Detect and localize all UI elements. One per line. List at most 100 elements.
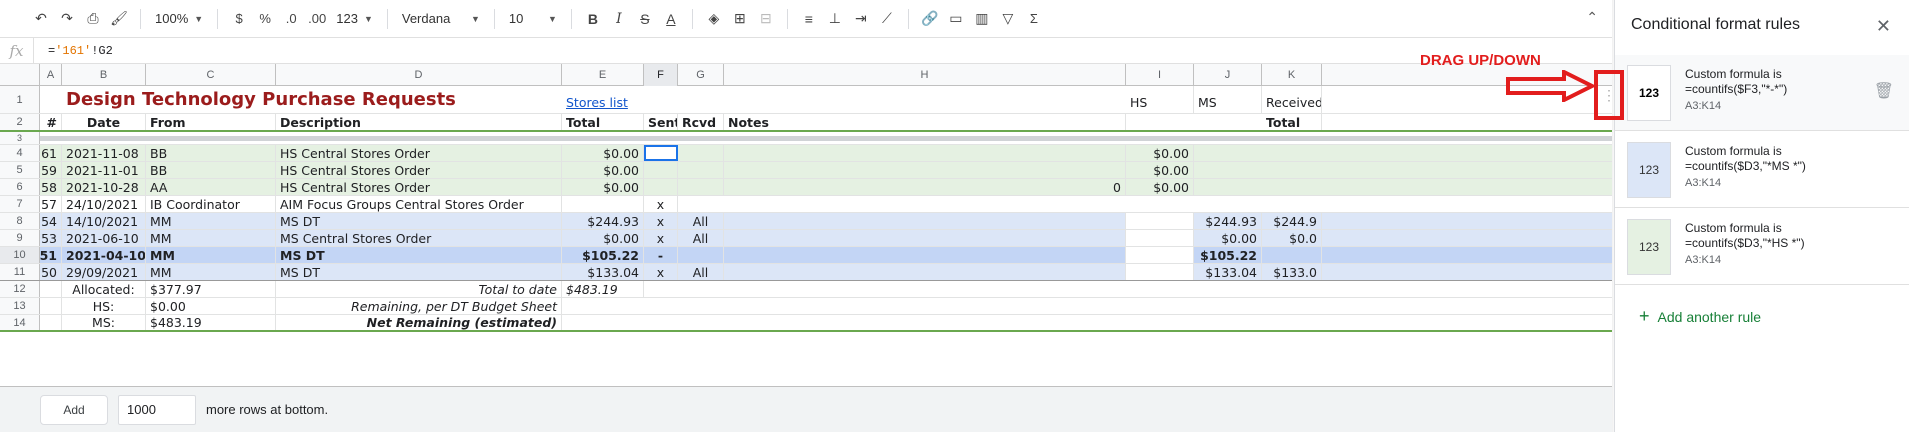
cell[interactable]: Date [62,114,146,130]
cell[interactable] [40,315,62,330]
strikethrough-button[interactable]: S [632,5,658,33]
cell[interactable] [562,196,644,212]
rows-count-input[interactable] [118,394,196,425]
cell[interactable]: HS [1126,86,1194,113]
row-header[interactable]: 9 [0,230,40,246]
cell[interactable] [724,145,1126,161]
cell[interactable]: AA [146,179,276,195]
row-header[interactable]: 10 [0,247,40,263]
row-header[interactable]: 3 [0,132,40,144]
cell[interactable]: $0.00 [1194,230,1262,246]
functions-button[interactable]: Σ [1021,5,1047,33]
cell[interactable]: 159 [40,162,62,178]
italic-button[interactable]: I [606,5,632,33]
column-header-b[interactable]: B [62,64,146,86]
font-select[interactable]: Verdana ▼ [396,11,486,26]
column-header-f[interactable]: F [644,64,678,86]
column-header-a[interactable]: A [40,64,62,86]
cell[interactable]: $0.00 [1126,145,1194,161]
cell[interactable]: Notes [724,114,1126,130]
cell[interactable]: $0.00 [562,179,644,195]
cell[interactable]: $105.22 [1194,247,1262,263]
number-format-select[interactable]: 123 ▼ [330,11,379,26]
cell[interactable]: HS Central Stores Order [276,145,562,161]
cell[interactable] [644,162,678,178]
borders-icon[interactable]: ⊞ [727,5,753,33]
cell[interactable]: Sent [644,114,678,130]
filter-icon[interactable]: ▽ [995,5,1021,33]
cell[interactable] [678,145,724,161]
sheet-title[interactable]: Design Technology Purchase Requests [62,86,562,113]
increase-decimal-button[interactable]: .00 [304,5,330,33]
row-header[interactable]: 14 [0,315,40,330]
paint-format-icon[interactable]: 🖌 [106,5,132,33]
merge-cells-icon[interactable]: ⊟ [753,5,779,33]
chart-icon[interactable]: ▥ [969,5,995,33]
row-header[interactable]: 1 [0,86,40,113]
cell[interactable]: Remaining, per DT Budget Sheet [276,298,562,314]
cell[interactable]: $0.0 [1262,230,1322,246]
cell[interactable]: MS DT [276,264,562,280]
cell[interactable]: Received [1262,86,1322,113]
print-icon[interactable]: ⎙ [80,5,106,33]
text-rotation-icon[interactable]: ⟋ [874,5,900,33]
cell[interactable]: MM [146,247,276,263]
fill-color-icon[interactable]: ◈ [701,5,727,33]
comment-icon[interactable]: ▭ [943,5,969,33]
cell[interactable]: HS: [62,298,146,314]
row-header[interactable]: 2 [0,114,40,130]
cell[interactable]: $244.93 [562,213,644,229]
cell[interactable] [1262,247,1322,263]
cell[interactable]: 29/09/2021 [62,264,146,280]
cell[interactable]: BB [146,162,276,178]
cell[interactable] [40,281,62,297]
row-header[interactable]: 5 [0,162,40,178]
cell[interactable]: Total [562,114,644,130]
cell[interactable]: Allocated: [62,281,146,297]
column-header-e[interactable]: E [562,64,644,86]
font-size-select[interactable]: 10 ▼ [503,11,563,26]
cell[interactable]: MS DT [276,213,562,229]
bold-button[interactable]: B [580,5,606,33]
cell[interactable] [678,162,724,178]
row-header[interactable]: 13 [0,298,40,314]
cell[interactable]: HS Central Stores Order [276,162,562,178]
cell[interactable]: $244.93 [1194,213,1262,229]
cell[interactable]: From [146,114,276,130]
cell[interactable]: Total to date [276,281,562,297]
cell[interactable]: x [644,264,678,280]
text-color-button[interactable]: A [658,5,684,33]
vertical-align-icon[interactable]: ⊥ [822,5,848,33]
cell[interactable] [724,213,1126,229]
cell[interactable] [1126,247,1194,263]
cell[interactable]: # [40,114,62,130]
row-header[interactable]: 12 [0,281,40,297]
row-header[interactable]: 11 [0,264,40,280]
column-header-d[interactable]: D [276,64,562,86]
cell[interactable]: All [678,213,724,229]
zoom-select[interactable]: 100% ▼ [149,11,209,26]
cell[interactable]: BB [146,145,276,161]
cell[interactable]: MS: [62,315,146,330]
cell[interactable]: $0.00 [1126,179,1194,195]
cell[interactable] [678,247,724,263]
horizontal-align-icon[interactable]: ≡ [796,5,822,33]
cell[interactable]: 2021-11-08 [62,145,146,161]
add-rows-button[interactable]: Add [40,394,108,425]
cell[interactable]: HS Central Stores Order [276,179,562,195]
formula-input[interactable]: ='161'!G2 [34,44,113,58]
cell[interactable] [1126,213,1194,229]
cell[interactable]: 24/10/2021 [62,196,146,212]
cell[interactable] [678,179,724,195]
spreadsheet-grid[interactable]: A B C D E F G H I J K 1 Design Technolog… [0,64,1612,386]
cell[interactable]: - [644,247,678,263]
select-all-corner[interactable] [0,64,40,86]
cell[interactable]: 157 [40,196,62,212]
cell[interactable]: $483.19 [146,315,276,330]
cell[interactable]: 0 [724,179,1126,195]
cell[interactable]: MM [146,213,276,229]
cell[interactable]: $0.00 [562,162,644,178]
column-header-i[interactable]: I [1126,64,1194,86]
decrease-decimal-button[interactable]: .0 [278,5,304,33]
cell[interactable]: $377.97 [146,281,276,297]
